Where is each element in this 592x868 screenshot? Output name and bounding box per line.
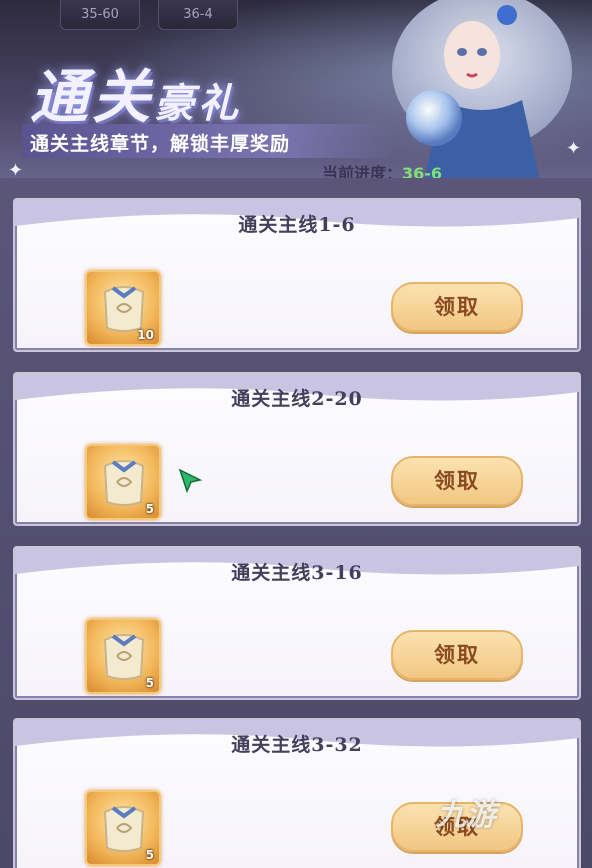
stage-tab[interactable]: 36-4 [158,0,238,30]
stage-tab[interactable]: 35-60 [60,0,140,30]
reward-item[interactable]: 5 [85,444,161,520]
title-main: 通关 [30,63,155,131]
reward-card: 通关主线1-6 10 领取 [13,198,581,352]
reward-card: 通关主线2-20 5 领取 [13,372,581,526]
claim-button[interactable]: 领取 [391,282,523,332]
watermark-logo: 九游 [436,798,496,833]
page-title: 通关豪礼 [30,50,242,134]
stage-tabs: 35-60 36-4 [60,0,238,32]
card-title: 通关主线1-6 [238,214,356,236]
reward-item[interactable]: 10 [85,270,161,346]
green-cursor-icon [178,468,203,494]
header-banner: 35-60 36-4 通关豪礼 通关主线章节，解锁丰厚奖励 当前进度：36-6 [0,0,592,190]
sparkle-icon: ✦ [566,138,582,159]
reward-item[interactable]: 5 [85,618,161,694]
subtitle: 通关主线章节，解锁丰厚奖励 [30,133,291,155]
scroll-pouch-icon [103,806,145,852]
scroll-pouch-icon [103,460,145,506]
scroll-pouch-icon [103,634,145,680]
claim-button[interactable]: 领取 [391,630,523,680]
title-rest: 豪礼 [154,80,243,127]
claim-button[interactable]: 领取 [391,456,523,506]
reward-item[interactable]: 5 [85,790,161,866]
reward-count: 5 [145,502,154,516]
card-title: 通关主线3-16 [231,562,363,584]
reward-count: 10 [137,328,154,342]
reward-count: 5 [145,848,154,862]
card-title: 通关主线2-20 [231,388,363,410]
reward-card: 通关主线3-16 5 领取 [13,546,581,700]
reward-count: 5 [145,676,154,690]
card-title: 通关主线3-32 [231,734,363,756]
